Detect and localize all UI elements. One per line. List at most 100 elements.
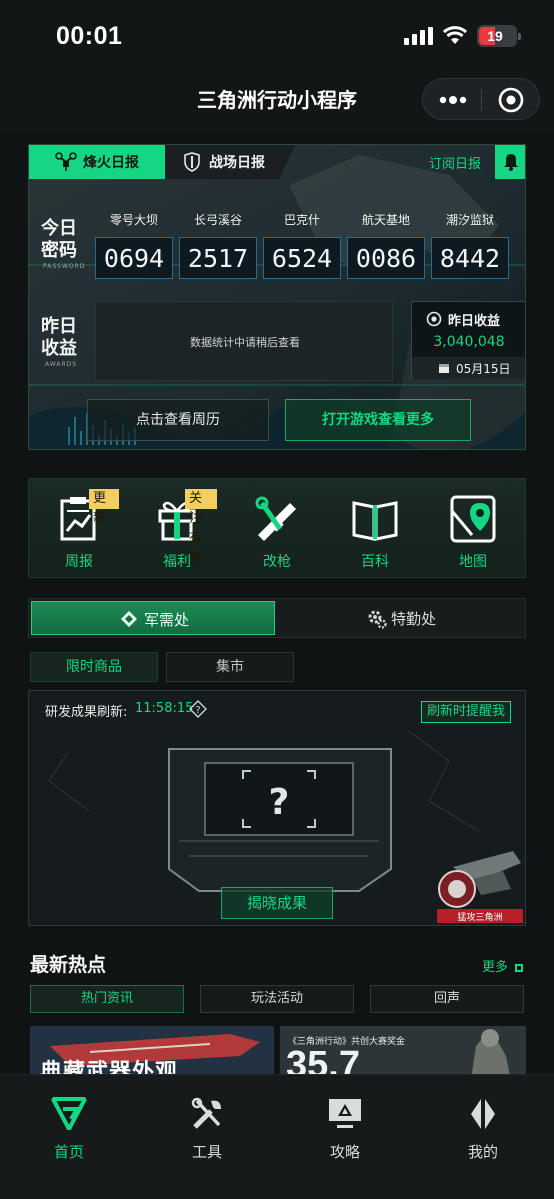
yesterday-earnings-card: 昨日收益 3,040,048 05月15日 (411, 301, 525, 379)
badge-text: 猛攻三角洲 (457, 911, 502, 923)
tab-quartermaster-label: 军需处 (144, 611, 190, 629)
yesterday-date-bar: 05月15日 (412, 357, 525, 379)
awards-stats-box: 数据统计中请稍后查看 (95, 301, 393, 381)
quick-link-map[interactable]: 地图 (433, 489, 513, 573)
news-tab-events[interactable]: 玩法活动 (200, 985, 354, 1013)
svg-text:?: ? (269, 782, 290, 823)
map-name: 长弓溪谷 (193, 213, 242, 227)
news-card-headline: 典藏武器外观 (40, 1060, 179, 1074)
awards-label-line1: 昨日 (41, 316, 77, 337)
news-card[interactable]: 《三角洲行动》共创大赛奖金 35.7 (280, 1026, 526, 1074)
open-game-button[interactable]: 打开游戏查看更多 (285, 399, 471, 441)
map-name: 巴克什 (283, 213, 320, 227)
more-icon[interactable] (437, 87, 469, 113)
stats-pending-message: 数据统计中请稍后查看 (190, 336, 300, 349)
awards-label-line2: 收益 (41, 338, 77, 359)
quartermaster-icon (121, 611, 137, 627)
close-target-icon[interactable] (497, 86, 525, 114)
news-more-link[interactable]: 更多 (482, 956, 524, 975)
map-password-code: 2517 (179, 237, 257, 279)
yesterday-date: 05月15日 (456, 362, 511, 376)
research-panel: ? 研发成果刷新: 11:58:15 ? 刷新时提醒我 揭晓成果 猛攻三角洲 (28, 690, 526, 926)
subtab-market[interactable]: 集市 (166, 652, 294, 682)
book-icon (352, 501, 398, 541)
guide-monitor-icon (329, 1099, 361, 1128)
news-section-title: 最新热点 (30, 954, 107, 976)
coin-icon (426, 311, 442, 327)
password-label-line2: 密码 (41, 240, 77, 261)
tab-home[interactable]: 首页 (24, 1095, 114, 1165)
subtab-limited-goods[interactable]: 限时商品 (30, 652, 158, 682)
tab-guide-label: 攻略 (329, 1143, 360, 1161)
refresh-remind-button[interactable]: 刷新时提醒我 (421, 701, 511, 723)
tab-beacon-report[interactable]: 烽火日报 (29, 145, 165, 179)
quick-link-label: 周报 (65, 554, 93, 570)
quick-links-bar: 更新 周报 关注有奖 福利 改枪 百科 地图 (28, 478, 526, 578)
quick-link-label: 改枪 (263, 554, 291, 570)
map-name: 航天基地 (361, 213, 410, 227)
tab-battle-report[interactable]: 战场日报 (165, 145, 295, 179)
reveal-result-button[interactable]: 揭晓成果 (221, 887, 333, 919)
weekly-update-badge: 更新 (89, 489, 119, 526)
map-name: 潮汐监狱 (445, 213, 494, 227)
tab-beacon-label: 烽火日报 (83, 155, 139, 171)
password-label-line1: 今日 (41, 218, 77, 239)
news-more-label: 更多 (482, 960, 509, 975)
page-content: 烽火日报 战场日报 订阅日报 今日 密码 PASSWORD 零号大坝 长弓溪谷 … (0, 132, 554, 1074)
help-icon[interactable]: ? (189, 700, 207, 718)
map-password-code: 8442 (431, 237, 509, 279)
news-tab-echo[interactable]: 回声 (370, 985, 524, 1013)
quick-link-weekly[interactable]: 更新 周报 (39, 489, 119, 573)
map-password-code: 0694 (95, 237, 173, 279)
soldier-art (471, 1029, 510, 1074)
svg-text:?: ? (195, 705, 200, 716)
tab-profile-label: 我的 (467, 1143, 498, 1161)
quick-link-label: 地图 (459, 554, 487, 570)
quick-link-welfare[interactable]: 关注有奖 福利 (137, 489, 217, 573)
password-label-en: PASSWORD (43, 263, 86, 270)
cellular-signal-icon (404, 27, 433, 45)
battery-icon: 19 (477, 25, 521, 47)
drone-icon (55, 152, 77, 171)
tab-special-ops-label: 特勤处 (391, 610, 437, 628)
welfare-follow-badge: 关注有奖 (185, 489, 217, 566)
wifi-icon (443, 26, 467, 44)
profile-logo-icon (471, 1099, 495, 1129)
gun-wrench-icon (255, 496, 296, 541)
bell-button[interactable] (495, 145, 525, 179)
map-name: 零号大坝 (109, 213, 158, 227)
quick-link-gunsmith[interactable]: 改枪 (237, 489, 317, 573)
bottom-tab-bar: 首页 工具 攻略 我的 (0, 1074, 554, 1199)
news-tab-hot[interactable]: 热门资讯 (30, 985, 184, 1013)
quick-link-label: 福利 (163, 554, 191, 570)
bell-icon (504, 154, 518, 171)
assault-delta-badge[interactable]: 猛攻三角洲 (433, 849, 526, 926)
gears-icon (368, 610, 387, 629)
map-icon (450, 495, 496, 543)
week-calendar-button[interactable]: 点击查看周历 (87, 399, 269, 441)
news-card[interactable]: 典藏武器外观 (30, 1026, 274, 1074)
tab-tools[interactable]: 工具 (162, 1095, 252, 1165)
calendar-icon (439, 364, 449, 373)
tab-guide[interactable]: 攻略 (300, 1095, 390, 1165)
yesterday-earnings-title: 昨日收益 (448, 314, 501, 329)
quick-link-wiki[interactable]: 百科 (335, 489, 415, 573)
yesterday-earnings-value: 3,040,048 (433, 334, 505, 350)
quick-link-label: 百科 (361, 554, 389, 570)
home-delta-icon (51, 1097, 87, 1130)
map-password-code: 6524 (263, 237, 341, 279)
shield-sword-icon (184, 152, 200, 172)
news-card-big-number: 35.7 (286, 1044, 360, 1074)
status-bar: 00:01 19 (0, 0, 554, 72)
nav-bar: 三角洲行动小程序 (0, 72, 554, 132)
tab-battle-label: 战场日报 (209, 155, 265, 171)
status-time: 00:01 (56, 22, 123, 50)
tab-quartermaster[interactable]: 军需处 (31, 601, 275, 635)
tab-profile[interactable]: 我的 (438, 1095, 528, 1165)
supply-tabs: 军需处 特勤处 (28, 598, 526, 638)
tab-tools-label: 工具 (191, 1143, 222, 1161)
daily-report-card: 烽火日报 战场日报 订阅日报 今日 密码 PASSWORD 零号大坝 长弓溪谷 … (28, 144, 526, 450)
subscribe-link[interactable]: 订阅日报 (429, 153, 481, 172)
research-refresh-time: 11:58:15 (135, 701, 194, 716)
battery-level: 19 (487, 28, 503, 44)
